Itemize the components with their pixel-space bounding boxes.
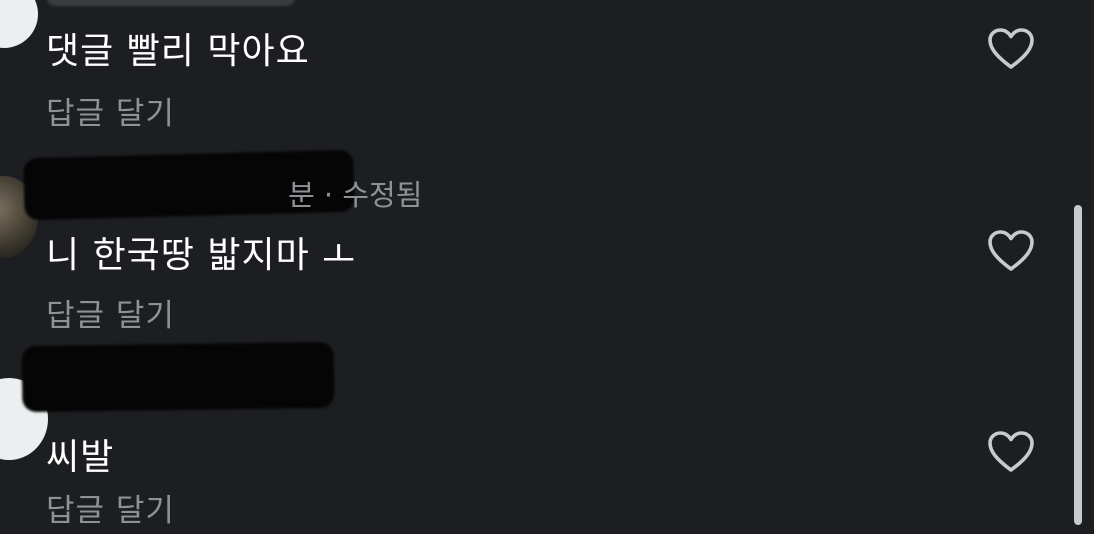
like-button[interactable] xyxy=(986,26,1036,72)
redacted-username xyxy=(46,0,296,6)
like-button[interactable] xyxy=(986,429,1036,475)
heart-outline-icon xyxy=(988,431,1034,472)
comment-text: 니 한국땅 밟지마 ㅗ xyxy=(46,235,357,276)
comment-item: 댓글 빨리 막아요 답글 달기 xyxy=(0,0,1060,140)
heart-outline-icon xyxy=(988,28,1034,69)
comment-meta: 분 · 수정됨 xyxy=(288,178,423,212)
like-button[interactable] xyxy=(986,228,1036,274)
comment-item: 씨발 답글 달기 xyxy=(0,340,1060,534)
reply-button[interactable]: 답글 달기 xyxy=(46,485,175,530)
avatar[interactable] xyxy=(0,0,38,48)
comments-list: 댓글 빨리 막아요 답글 달기 분 · 수정됨 니 한국땅 밟지마 ㅗ 답글 달… xyxy=(0,0,1094,534)
redacted-username xyxy=(21,341,335,413)
heart-outline-icon xyxy=(988,230,1034,271)
scrollbar[interactable] xyxy=(1074,205,1082,525)
reply-button[interactable]: 답글 달기 xyxy=(46,88,175,133)
comment-item: 분 · 수정됨 니 한국땅 밟지마 ㅗ 답글 달기 xyxy=(0,140,1060,340)
comment-text: 댓글 빨리 막아요 xyxy=(46,31,310,72)
comment-text: 씨발 xyxy=(46,437,115,478)
reply-button[interactable]: 답글 달기 xyxy=(46,290,175,335)
